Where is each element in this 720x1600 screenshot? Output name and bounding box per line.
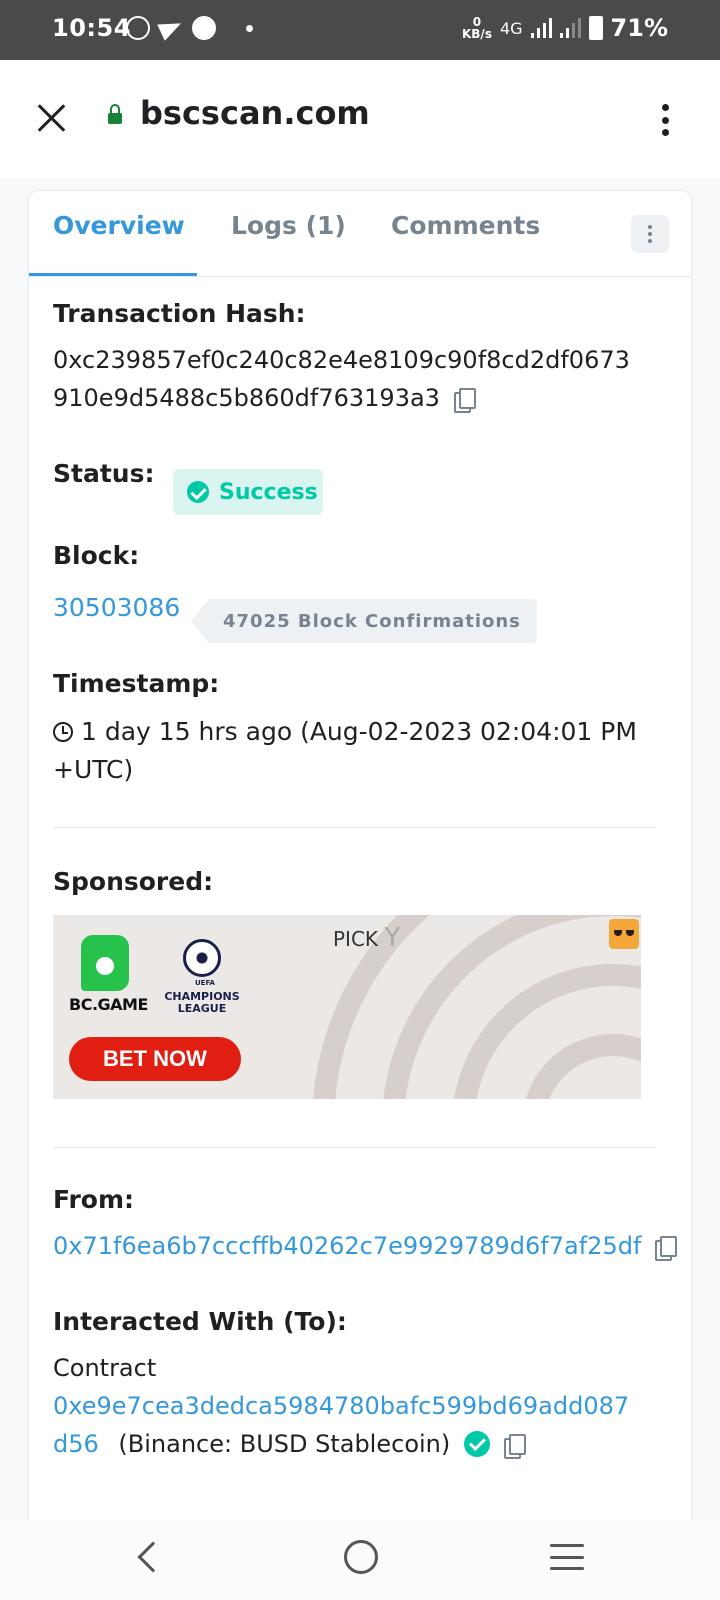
copy-from-icon[interactable] xyxy=(655,1236,678,1261)
tab-logs[interactable]: Logs (1) xyxy=(231,211,346,240)
ad-emoji-icon xyxy=(609,919,639,949)
recent-apps-icon[interactable] xyxy=(550,1544,584,1570)
ad-uefa: UEFA xyxy=(195,979,215,987)
battery-level: 71% xyxy=(610,14,668,42)
copy-contract-icon[interactable] xyxy=(504,1434,527,1459)
to-value: Contract 0xe9e7cea3dedca5984780bafc599bd… xyxy=(53,1349,629,1463)
signal-secondary-icon xyxy=(559,18,581,38)
bet-now-button[interactable]: BET NOW xyxy=(69,1037,241,1081)
transaction-card: Overview Logs (1) Comments Transaction H… xyxy=(28,190,692,1530)
notification-dot-icon xyxy=(246,24,253,32)
ad-pick-text: PICK Y xyxy=(333,923,401,953)
status-label: Status: xyxy=(53,459,155,488)
browser-toolbar: bscscan.com xyxy=(0,60,720,178)
transaction-hash-label: Transaction Hash: xyxy=(53,299,306,328)
divider xyxy=(53,1147,657,1148)
more-options-icon[interactable] xyxy=(660,104,670,136)
block-number-link[interactable]: 30503086 xyxy=(53,589,180,627)
notification-icons xyxy=(126,15,253,41)
signal-icon xyxy=(530,18,552,38)
home-icon[interactable] xyxy=(344,1540,378,1574)
whatsapp-icon xyxy=(126,16,150,40)
active-tab-indicator xyxy=(29,273,197,276)
contract-name: (Binance: BUSD Stablecoin) xyxy=(118,1430,451,1458)
champions-league-logo xyxy=(183,939,221,977)
from-address-link[interactable]: 0x71f6ea6b7cccffb40262c7e9929789d6f7af25… xyxy=(53,1232,641,1260)
ad-brand: BC.GAME xyxy=(69,995,148,1014)
transaction-hash-value: 0xc239857ef0c240c82e4e8109c90f8cd2df0673… xyxy=(53,346,630,413)
timestamp-value: 1 day 15 hrs ago (Aug-02-2023 02:04:01 P… xyxy=(53,717,637,784)
system-nav-bar xyxy=(0,1520,720,1600)
url-text[interactable]: bscscan.com xyxy=(140,94,370,132)
status-value: Success xyxy=(219,479,318,505)
timestamp-label: Timestamp: xyxy=(53,669,220,698)
sponsored-label: Sponsored: xyxy=(53,867,214,896)
block-confirmations-badge: 47025 Block Confirmations xyxy=(191,599,537,643)
from-label: From: xyxy=(53,1185,135,1214)
bcgame-logo xyxy=(81,935,129,991)
sponsored-ad-banner[interactable]: BC.GAME UEFA CHAMPIONS LEAGUE PICK Y BET… xyxy=(53,915,641,1099)
system-indicators: 0 KB/s 4G 71% xyxy=(462,14,668,42)
close-icon[interactable] xyxy=(36,102,68,134)
battery-icon xyxy=(588,16,603,40)
lock-icon[interactable] xyxy=(108,104,122,124)
tab-bar: Overview Logs (1) Comments xyxy=(29,191,691,277)
to-label: Interacted With (To): xyxy=(53,1307,347,1336)
divider xyxy=(53,827,657,828)
tab-overview[interactable]: Overview xyxy=(53,211,185,240)
speedometer-icon xyxy=(192,16,216,40)
check-circle-icon xyxy=(187,481,209,503)
clock-time: 10:54 xyxy=(52,14,131,42)
network-speed: 0 KB/s xyxy=(461,15,492,41)
back-icon[interactable] xyxy=(137,1541,169,1573)
contract-address-link-end[interactable]: d56 xyxy=(53,1430,99,1458)
tab-comments[interactable]: Comments xyxy=(391,211,540,240)
status-bar: 10:54 0 KB/s 4G 71% xyxy=(0,0,720,60)
block-label: Block: xyxy=(53,541,140,570)
ad-league: CHAMPIONS LEAGUE xyxy=(164,990,240,1015)
clock-icon xyxy=(53,722,73,742)
copy-hash-icon[interactable] xyxy=(453,388,476,413)
network-type: 4G xyxy=(499,18,523,38)
from-row: 0x71f6ea6b7cccffb40262c7e9929789d6f7af25… xyxy=(53,1227,678,1265)
status-badge: Success xyxy=(173,469,323,515)
verified-check-icon xyxy=(464,1431,491,1457)
contract-type: Contract xyxy=(53,1354,157,1382)
telegram-icon xyxy=(157,15,185,41)
contract-address-link[interactable]: 0xe9e7cea3dedca5984780bafc599bd69add087 xyxy=(53,1392,629,1420)
tab-more-icon[interactable] xyxy=(631,215,669,253)
